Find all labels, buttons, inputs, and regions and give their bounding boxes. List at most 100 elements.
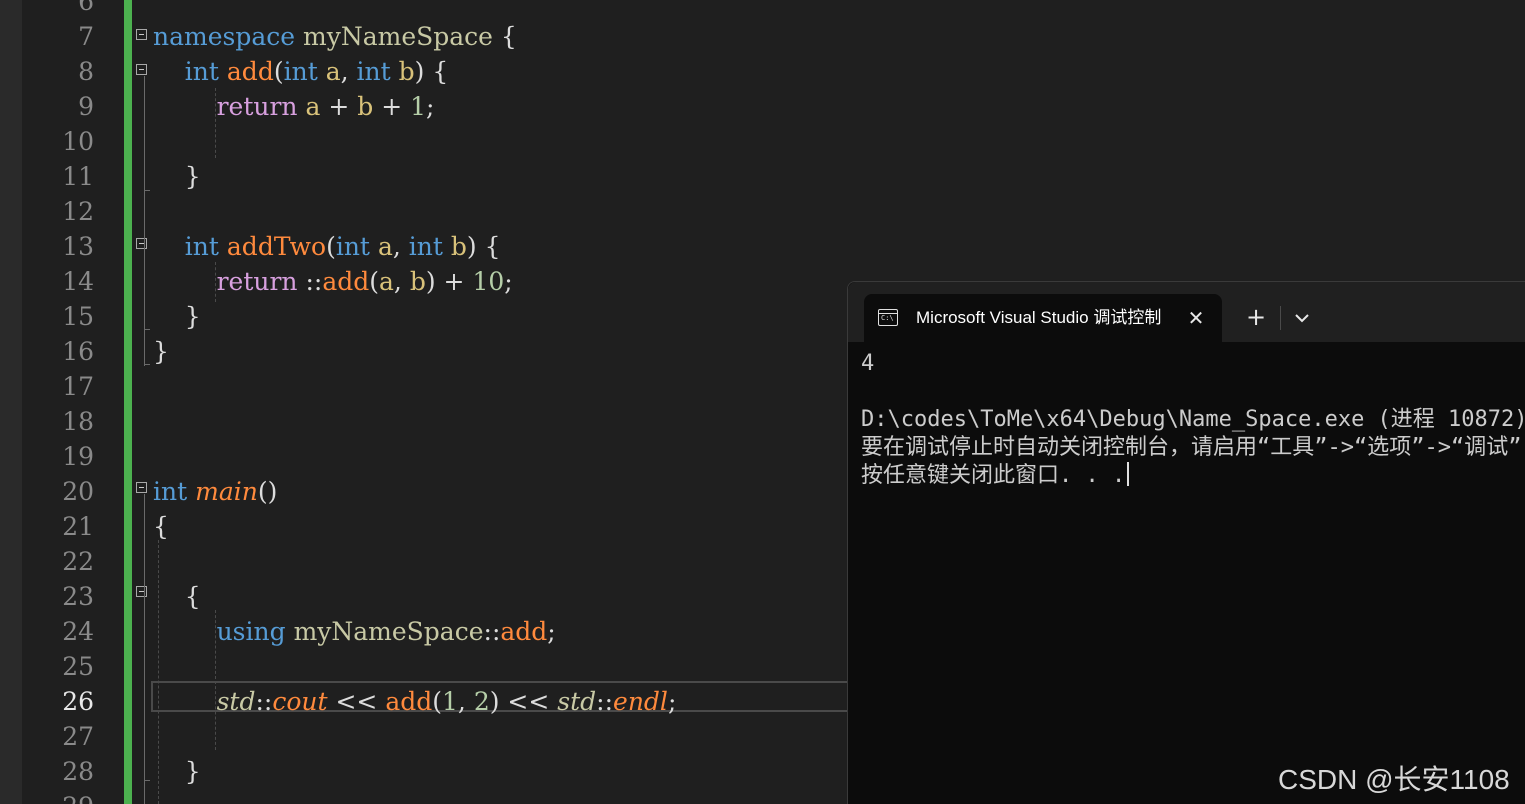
line-number: 13 bbox=[62, 232, 94, 261]
code-token: return bbox=[216, 267, 298, 296]
code-line[interactable]: return ::add(a, b) + 10; bbox=[153, 264, 513, 299]
code-token: 2 bbox=[473, 687, 490, 716]
line-number: 10 bbox=[62, 127, 94, 156]
code-token: , bbox=[457, 687, 474, 716]
tab-title: Microsoft Visual Studio 调试控制台 bbox=[916, 308, 1162, 327]
code-line[interactable]: int addTwo(int a, int b) { bbox=[153, 229, 501, 264]
code-token: :: bbox=[297, 267, 323, 296]
code-line[interactable]: } bbox=[153, 334, 169, 369]
terminal-tab[interactable]: C:\ Microsoft Visual Studio 调试控制台 ✕ bbox=[864, 294, 1222, 342]
fold-guide-namespace bbox=[144, 76, 145, 366]
line-number: 18 bbox=[62, 407, 94, 436]
code-token: ( bbox=[326, 232, 336, 261]
code-line[interactable]: int main() bbox=[153, 474, 277, 509]
chevron-down-icon[interactable] bbox=[1288, 304, 1316, 332]
close-tab-icon[interactable]: ✕ bbox=[1182, 304, 1210, 332]
line-number: 27 bbox=[62, 722, 94, 751]
line-number: 12 bbox=[62, 197, 94, 226]
console-output-line: 4 bbox=[861, 350, 1525, 378]
code-token: ; bbox=[547, 617, 556, 646]
code-token: namespace bbox=[153, 22, 296, 51]
code-token: } bbox=[153, 162, 201, 191]
code-token: endl bbox=[613, 687, 668, 716]
code-token: b bbox=[398, 57, 415, 86]
code-token: ; bbox=[504, 267, 513, 296]
console-window[interactable]: C:\ Microsoft Visual Studio 调试控制台 ✕ + 4 D… bbox=[847, 281, 1525, 804]
code-token: b bbox=[357, 92, 374, 121]
tab-separator bbox=[1280, 306, 1281, 330]
code-token: a bbox=[325, 57, 341, 86]
code-token: ) << bbox=[489, 687, 558, 716]
line-number: 9 bbox=[78, 92, 94, 121]
code-token: using bbox=[216, 617, 286, 646]
console-output-text: D:\codes\ToMe\x64\Debug\Name_Space.exe (… bbox=[861, 407, 1525, 432]
code-line[interactable]: namespace myNameSpace { bbox=[153, 19, 517, 54]
console-icon-text: C:\ bbox=[881, 314, 894, 322]
code-token: :: bbox=[596, 687, 614, 716]
line-number: 19 bbox=[62, 442, 94, 471]
code-line[interactable]: using myNameSpace::add; bbox=[153, 614, 556, 649]
code-line[interactable]: { bbox=[153, 509, 169, 544]
console-output-line: D:\codes\ToMe\x64\Debug\Name_Space.exe (… bbox=[861, 406, 1525, 434]
code-token: { bbox=[492, 22, 517, 51]
line-number: 16 bbox=[62, 337, 94, 366]
line-number: 24 bbox=[62, 617, 94, 646]
collapse-add-icon[interactable] bbox=[136, 64, 147, 75]
fold-end-namespace bbox=[144, 364, 150, 365]
code-token: , bbox=[340, 57, 357, 86]
collapse-block-icon[interactable] bbox=[136, 586, 147, 597]
code-token: main bbox=[195, 477, 258, 506]
new-tab-button[interactable]: + bbox=[1240, 302, 1272, 334]
code-token: int bbox=[184, 232, 219, 261]
code-token: int bbox=[356, 57, 391, 86]
code-token: int bbox=[335, 232, 370, 261]
code-token: ; bbox=[667, 687, 677, 716]
code-line[interactable]: } bbox=[153, 754, 201, 789]
console-output-text: 4 bbox=[861, 351, 875, 376]
code-line[interactable]: } bbox=[153, 299, 201, 334]
code-token: addTwo bbox=[226, 232, 327, 261]
screen: 6 7 8 9 10 11 12 13 14 15 16 17 18 19 20 21 22 23 24 25 26 27… bbox=[0, 0, 1525, 804]
line-number: 25 bbox=[62, 652, 94, 681]
collapse-addtwo-icon[interactable] bbox=[136, 238, 147, 249]
code-token: , bbox=[393, 267, 410, 296]
line-number: 6 bbox=[78, 0, 94, 16]
code-token: add bbox=[226, 57, 274, 86]
collapse-namespace-icon[interactable] bbox=[136, 29, 147, 40]
code-line[interactable]: std::cout << add(1, 2) << std::endl; bbox=[153, 684, 677, 719]
code-token: } bbox=[153, 302, 201, 331]
fold-end-block bbox=[144, 780, 150, 781]
code-line[interactable]: int add(int a, int b) { bbox=[153, 54, 448, 89]
code-line[interactable]: { bbox=[153, 579, 201, 614]
code-token: b bbox=[450, 232, 467, 261]
code-line[interactable]: } bbox=[153, 159, 201, 194]
code-token: a bbox=[377, 232, 393, 261]
code-token: :: bbox=[255, 687, 273, 716]
code-token: } bbox=[153, 337, 169, 366]
code-token: myNameSpace bbox=[303, 22, 493, 51]
watermark: CSDN @长安1108 bbox=[1278, 764, 1510, 795]
fold-end-addtwo bbox=[144, 329, 150, 330]
collapse-main-icon[interactable] bbox=[136, 482, 147, 493]
code-token: add bbox=[322, 267, 370, 296]
code-token: 1 bbox=[442, 687, 458, 716]
code-token: b bbox=[409, 267, 426, 296]
line-number: 7 bbox=[78, 22, 94, 51]
code-token: ( bbox=[432, 687, 443, 716]
code-token: ( bbox=[369, 267, 380, 296]
line-number: 29 bbox=[22, 789, 94, 804]
code-line[interactable]: return a + b + 1; bbox=[153, 89, 435, 124]
code-token: ( bbox=[273, 57, 284, 86]
line-number: 23 bbox=[62, 582, 94, 611]
